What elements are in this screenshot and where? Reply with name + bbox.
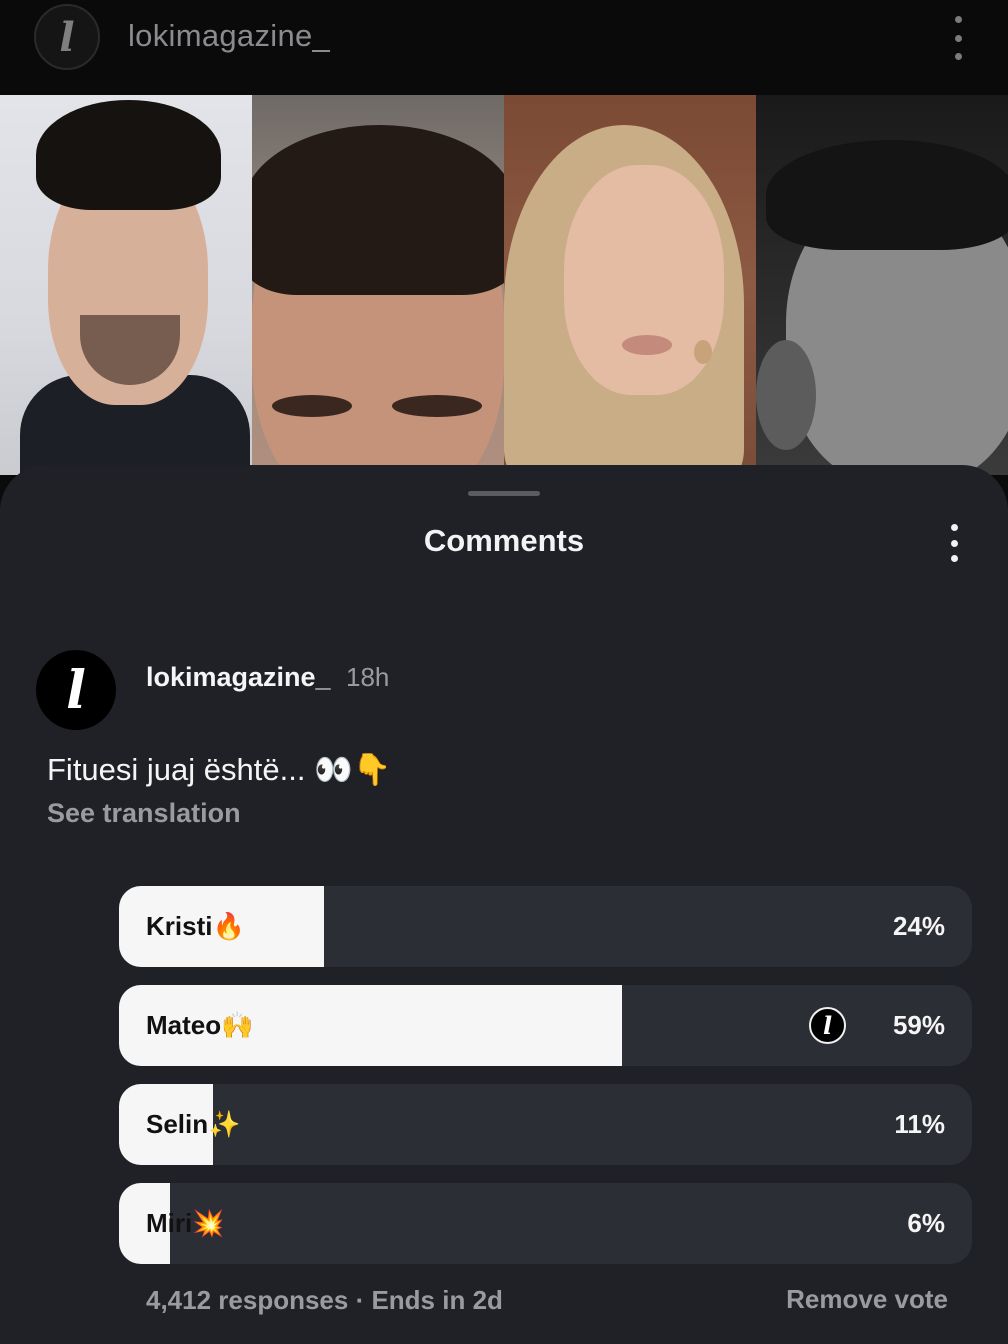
- poll-option-miri[interactable]: Miri💥 6%: [119, 1183, 972, 1264]
- post-image[interactable]: [0, 95, 1008, 475]
- post-photo-3: [504, 95, 756, 475]
- sheet-title: Comments: [423, 523, 585, 558]
- poll-meta: 4,412 responses · Ends in 2d: [146, 1285, 503, 1315]
- voter-avatar: l: [809, 1007, 846, 1044]
- poll-option-label: Selin✨: [146, 1109, 241, 1139]
- loki-logo-icon: l: [59, 13, 75, 61]
- comment-text: Fituesi juaj është... 👀👇: [47, 752, 392, 787]
- post-photo-4: [756, 95, 1008, 475]
- poll-option-label: Kristi🔥: [146, 911, 245, 941]
- comments-sheet: Comments l lokimagazine_ 18h Fituesi jua…: [0, 465, 1008, 1344]
- poll-option-percent: 6%: [907, 1208, 945, 1238]
- loki-logo-icon: l: [66, 659, 86, 721]
- post-photo-2: [252, 95, 504, 475]
- comment-time: 18h: [346, 662, 390, 692]
- post-photo-1: [0, 95, 252, 475]
- poll-option-percent: 59%: [892, 1010, 945, 1040]
- poll-option-label: Mateo🙌: [146, 1010, 254, 1040]
- poll-option-kristi[interactable]: Kristi🔥 24%: [119, 886, 972, 967]
- more-options-icon[interactable]: [944, 16, 972, 60]
- comment-avatar[interactable]: l: [36, 650, 116, 730]
- poll-option-label: Miri💥: [146, 1208, 225, 1238]
- sheet-more-options-icon[interactable]: [940, 524, 968, 562]
- poll-option-mateo[interactable]: Mateo🙌 l 59%: [119, 985, 972, 1066]
- poll-option-selin[interactable]: Selin✨ 11%: [119, 1084, 972, 1165]
- drag-handle[interactable]: [468, 491, 540, 496]
- comment-username[interactable]: lokimagazine_: [146, 662, 331, 693]
- see-translation-link[interactable]: See translation: [47, 798, 241, 829]
- remove-vote-button[interactable]: Remove vote: [786, 1284, 948, 1315]
- top-bar: l lokimagazine_: [0, 0, 1008, 95]
- profile-avatar[interactable]: l: [34, 4, 100, 70]
- poll-option-percent: 11%: [894, 1109, 945, 1139]
- poll-option-percent: 24%: [892, 911, 945, 941]
- loki-logo-icon: l: [822, 1011, 833, 1040]
- poll: Kristi🔥 24% Mateo🙌 l 59% Selin✨ 11% Miri…: [119, 886, 972, 1282]
- profile-username[interactable]: lokimagazine_: [128, 18, 330, 54]
